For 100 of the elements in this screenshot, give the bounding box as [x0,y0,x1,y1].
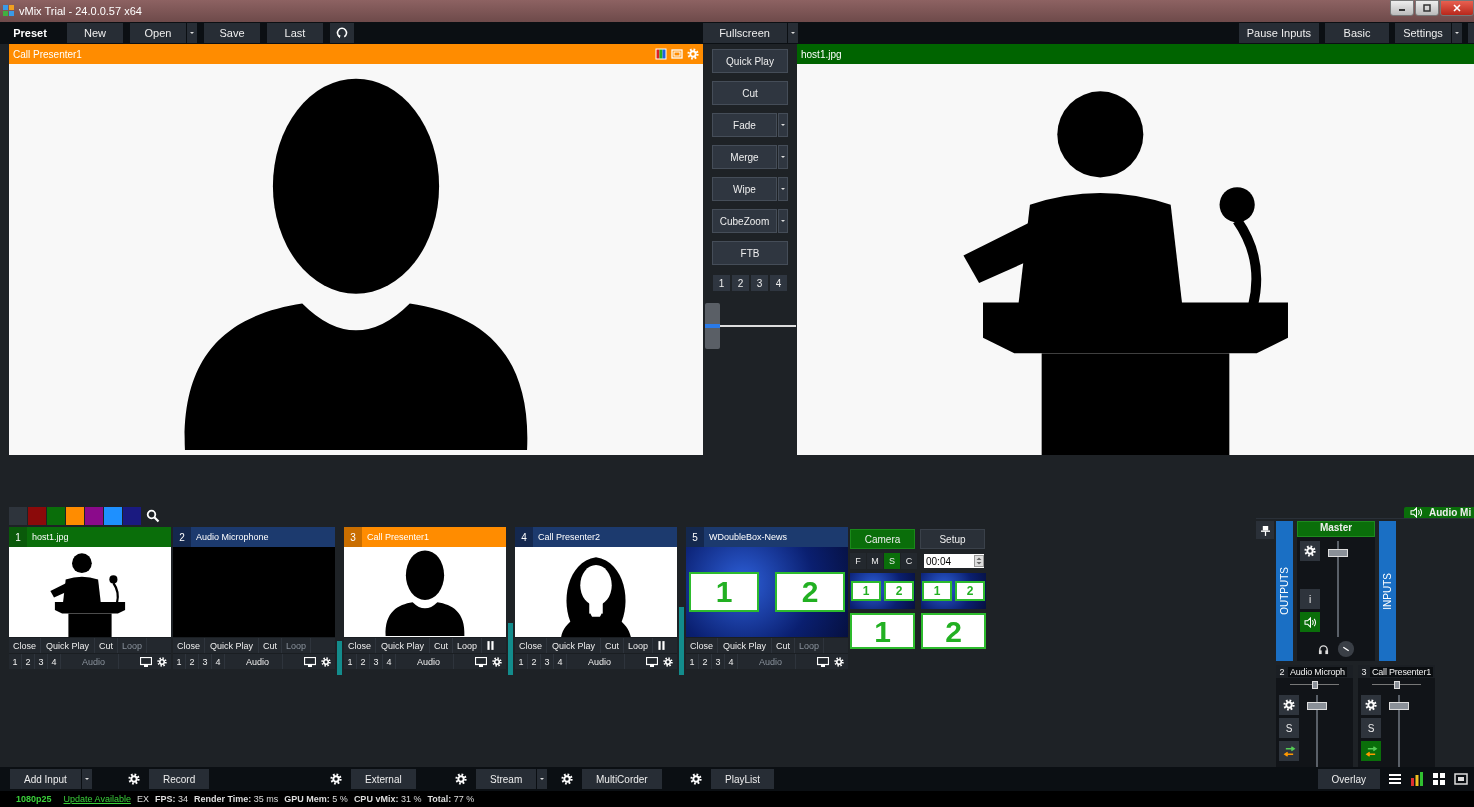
overlay-button[interactable]: 4 [554,654,567,669]
mode-button[interactable]: F [850,553,866,569]
duration-field[interactable]: 00:04 [924,554,984,568]
menu-icon[interactable] [1388,772,1402,786]
level-bars-icon[interactable] [1410,772,1424,786]
transition-slot-button[interactable]: 2 [732,275,749,291]
overlay-button[interactable]: 4 [212,654,225,669]
dropdown-button[interactable] [787,23,798,43]
bottom-button[interactable]: Record [149,769,210,789]
dropdown-button[interactable] [81,769,92,789]
overlay-button[interactable]: 4 [383,654,396,669]
dropdown-button[interactable] [187,23,197,43]
color-filter-button[interactable] [66,507,84,525]
pan-slider[interactable] [1290,680,1339,689]
transition-button[interactable]: Fade [712,113,777,137]
overlay-button[interactable]: 4 [48,654,61,669]
overlay-button[interactable]: 2 [22,654,35,669]
overlay-button[interactable]: 4 [725,654,738,669]
settings-icon[interactable] [834,656,844,667]
audio-mixer-tab[interactable]: Audio Mi [1404,507,1474,518]
transition-button[interactable]: FTB [712,241,788,265]
dropdown-button[interactable] [778,209,788,233]
search-icon[interactable] [146,509,160,523]
camera-tab[interactable]: Camera [850,529,915,549]
solo-button[interactable]: S [1361,718,1381,738]
volume-fader[interactable] [1387,695,1411,767]
overlay-button[interactable]: 2 [186,654,199,669]
bottom-button[interactable]: PlayList [711,769,774,789]
transition-button[interactable]: Cut [712,81,788,105]
toolbar-button[interactable]: Basic [1325,23,1389,43]
maximize-button[interactable] [1415,0,1439,16]
toolbar-button[interactable]: Pause Inputs [1238,23,1319,43]
monitor-icon[interactable] [646,656,658,667]
camera-tab[interactable]: Setup [920,529,985,549]
spinner-icon[interactable] [974,555,984,567]
monitor-icon[interactable] [817,656,829,667]
color-filter-button[interactable] [123,507,141,525]
overlay-button[interactable]: 3 [35,654,48,669]
input-card[interactable]: 4 Call Presenter2 Close Quick Play Cut Loop 1 2 3 4 Audio [515,527,677,669]
solo-button[interactable]: S [1279,718,1299,738]
transition-button[interactable]: Quick Play [712,49,788,73]
toolbar-button[interactable]: New [67,23,123,43]
mute-button[interactable] [1300,612,1320,632]
headphones-icon[interactable] [1317,643,1329,655]
bottom-button[interactable]: Stream [476,769,537,789]
dropdown-button[interactable] [778,145,788,169]
overlay-button[interactable]: 3 [712,654,725,669]
mode-button[interactable]: S [884,553,900,569]
grid-icon[interactable] [1432,772,1446,786]
transition-slot-button[interactable]: 4 [770,275,787,291]
settings-button[interactable] [1300,541,1320,561]
settings-button[interactable] [1361,695,1381,715]
transition-slot-button[interactable]: 3 [751,275,768,291]
pan-slider[interactable] [1372,680,1421,689]
monitor-icon[interactable] [475,656,487,667]
screen-icon[interactable] [1454,772,1468,786]
pin-button[interactable] [1256,521,1274,539]
transition-button[interactable]: Wipe [712,177,777,201]
route-button[interactable] [1361,741,1381,761]
outputs-tab[interactable]: OUTPUTS [1276,521,1293,661]
pause-icon[interactable] [487,641,495,650]
settings-icon[interactable] [157,656,167,667]
overlay-button[interactable]: 3 [370,654,383,669]
toolbar-button[interactable]: Fullscreen [702,23,787,43]
toolbar-button[interactable]: Settings [1395,23,1451,43]
color-filter-button[interactable] [85,507,103,525]
toolbar-button[interactable]: Last [267,23,323,43]
color-filter-button[interactable] [47,507,65,525]
overlay-button[interactable]: 2 [357,654,370,669]
info-button[interactable]: i [1300,589,1320,609]
monitor-icon[interactable] [304,656,316,667]
toolbar-button[interactable]: Save [204,23,260,43]
overlay-button[interactable]: 3 [541,654,554,669]
mode-button[interactable]: C [901,553,917,569]
t-bar-slider[interactable] [704,303,796,351]
dropdown-button[interactable] [778,113,788,137]
color-filter-button[interactable] [9,507,27,525]
dropdown-button[interactable] [537,769,548,789]
transition-slot-button[interactable]: 1 [713,275,730,291]
transition-button[interactable]: Merge [712,145,777,169]
volume-fader[interactable] [1326,541,1350,637]
inputs-tab[interactable]: INPUTS [1379,521,1396,661]
dropdown-button[interactable] [1452,23,1462,43]
toolbar-button[interactable]: Open [130,23,186,43]
pause-icon[interactable] [658,641,666,650]
overlay-button[interactable]: 2 [699,654,712,669]
preset-label[interactable]: Preset [0,27,60,39]
overlay-button[interactable]: 2 [528,654,541,669]
settings-icon[interactable] [663,656,673,667]
color-bars-icon[interactable] [655,48,667,60]
monitor-icon[interactable] [140,656,152,667]
route-button[interactable] [1279,741,1299,761]
refresh-button[interactable] [330,23,354,43]
settings-button[interactable] [1279,695,1299,715]
overlay-button[interactable]: 3 [199,654,212,669]
volume-fader[interactable] [1305,695,1329,767]
bottom-button[interactable]: MultiCorder [582,769,662,789]
update-link[interactable]: Update Available [63,794,131,804]
mode-button[interactable]: M [867,553,883,569]
color-filter-button[interactable] [28,507,46,525]
